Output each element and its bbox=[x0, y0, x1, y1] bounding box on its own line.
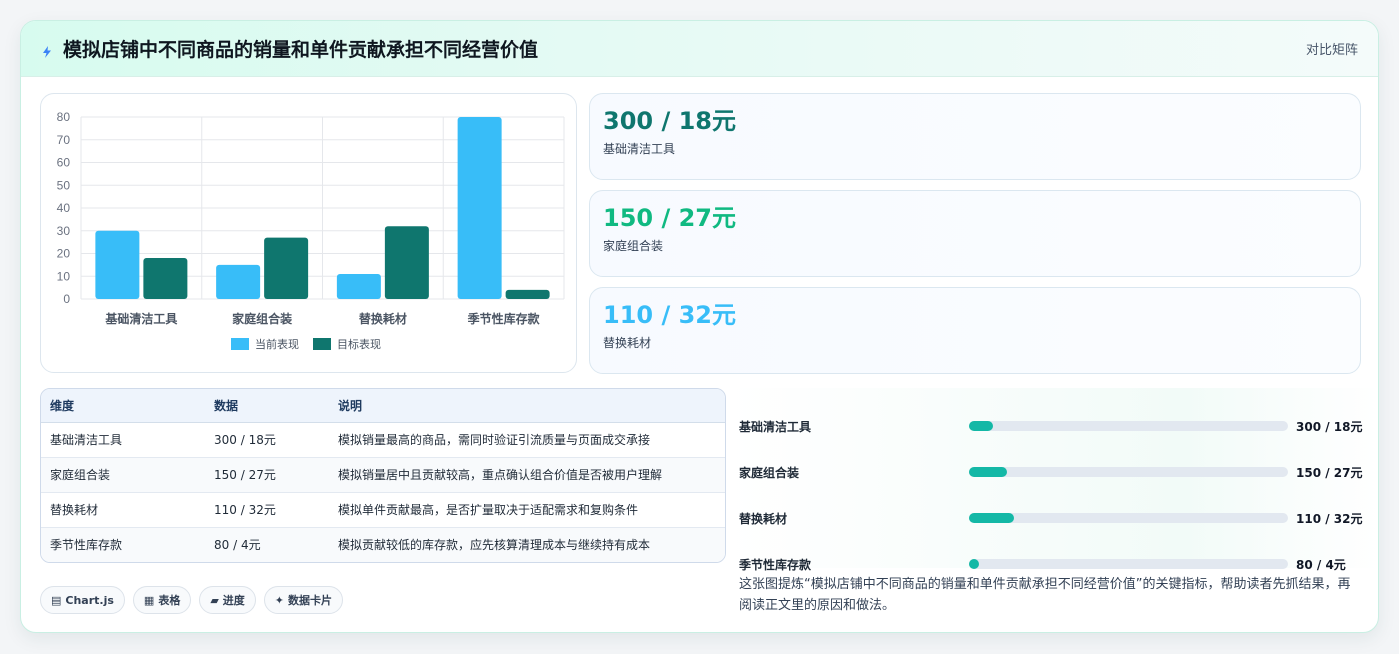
table-cell: 模拟销量最高的商品，需同时验证引流质量与页面成交承接 bbox=[329, 422, 725, 458]
table-row: 季节性库存款 80 / 4元 模拟贡献较低的库存款，应先核算清理成本与继续持有成… bbox=[41, 527, 725, 562]
table-cell: 替换耗材 bbox=[41, 492, 205, 528]
chip-table[interactable]: ▦ 表格 bbox=[132, 586, 192, 614]
table-cell: 基础清洁工具 bbox=[41, 422, 205, 458]
x-tick-label: 家庭组合装 bbox=[232, 311, 292, 326]
bar bbox=[505, 289, 550, 299]
chip-data-card[interactable]: ✦ 数据卡片 bbox=[263, 586, 344, 614]
stat-card-3: 110 / 32元 替换耗材 bbox=[589, 287, 1361, 374]
y-tick-label: 50 bbox=[57, 178, 71, 192]
progress-fill bbox=[969, 467, 1007, 477]
progress-icon: ▰ bbox=[210, 593, 219, 607]
progress-track bbox=[969, 421, 1288, 431]
x-tick-label: 基础清洁工具 bbox=[104, 311, 177, 326]
y-tick-label: 20 bbox=[57, 247, 71, 261]
table-row: 家庭组合装 150 / 27元 模拟销量居中且贡献较高，重点确认组合价值是否被用… bbox=[41, 457, 725, 493]
progress-fill bbox=[969, 559, 979, 569]
header-tag: 对比矩阵 bbox=[1305, 43, 1358, 58]
bar bbox=[264, 237, 309, 299]
y-tick-label: 80 bbox=[57, 110, 71, 124]
table-row: 替换耗材 110 / 32元 模拟单件贡献最高，是否扩量取决于适配需求和复购条件 bbox=[41, 492, 725, 528]
bar bbox=[336, 273, 381, 299]
legend-swatch bbox=[313, 338, 331, 350]
progress-fill bbox=[969, 513, 1014, 523]
progress-track bbox=[969, 467, 1288, 477]
progress-label: 基础清洁工具 bbox=[739, 419, 812, 434]
bar bbox=[143, 258, 188, 299]
progress-label: 替换耗材 bbox=[739, 511, 788, 526]
table-cell: 110 / 32元 bbox=[205, 492, 329, 528]
column-header: 说明 bbox=[329, 389, 725, 423]
stat-value: 110 / 32元 bbox=[603, 301, 736, 329]
progress-track bbox=[969, 559, 1288, 569]
y-tick-label: 30 bbox=[57, 224, 71, 238]
stat-value: 300 / 18元 bbox=[603, 107, 736, 135]
stat-label: 家庭组合装 bbox=[603, 239, 664, 253]
x-tick-label: 替换耗材 bbox=[359, 311, 407, 326]
chip-label: 数据卡片 bbox=[288, 594, 333, 607]
column-header: 维度 bbox=[41, 389, 205, 423]
stat-label: 基础清洁工具 bbox=[603, 142, 676, 156]
progress-list: 基础清洁工具 300 / 18元 家庭组合装 150 / 27元 替换耗材 11… bbox=[727, 388, 1378, 572]
table-cell: 80 / 4元 bbox=[214, 538, 261, 553]
table-cell: 模拟单件贡献最高，是否扩量取决于适配需求和复购条件 bbox=[329, 492, 725, 528]
table-row: 基础清洁工具 300 / 18元 模拟销量最高的商品，需同时验证引流质量与页面成… bbox=[41, 422, 725, 458]
chip-label: Chart.js bbox=[65, 593, 114, 607]
progress-row: 季节性库存款 80 / 4元 bbox=[727, 554, 1378, 574]
progress-value: 80 / 4元 bbox=[1296, 557, 1346, 572]
bar bbox=[216, 264, 261, 299]
table-cell: 家庭组合装 bbox=[41, 457, 205, 493]
progress-value: 150 / 27元 bbox=[1296, 465, 1363, 480]
legend-swatch bbox=[231, 338, 249, 350]
progress-row: 基础清洁工具 300 / 18元 bbox=[727, 416, 1378, 436]
page-title: 模拟店铺中不同商品的销量和单件贡献承担不同经营价值 bbox=[63, 39, 539, 61]
progress-track bbox=[969, 513, 1288, 523]
progress-label: 家庭组合装 bbox=[739, 465, 800, 480]
stat-card-2: 150 / 27元 家庭组合装 bbox=[589, 190, 1361, 277]
table-cell: 模拟销量居中且贡献较高，重点确认组合价值是否被用户理解 bbox=[329, 457, 725, 493]
feature-chips: ▤ Chart.js ▦ 表格 ▰ 进度 ✦ 数据卡片 bbox=[40, 586, 344, 614]
table-icon: ▦ bbox=[143, 593, 155, 607]
column-header: 数据 bbox=[205, 389, 329, 423]
summary-text: 这张图提炼“模拟店铺中不同商品的销量和单件贡献承担不同经营价值”的关键指标，帮助… bbox=[739, 577, 1351, 613]
table-cell: 模拟贡献较低的库存款，应先核算清理成本与继续持有成本 bbox=[338, 538, 651, 553]
y-tick-label: 60 bbox=[57, 156, 71, 170]
bar bbox=[384, 226, 429, 299]
progress-row: 家庭组合装 150 / 27元 bbox=[727, 462, 1378, 482]
y-tick-label: 10 bbox=[57, 269, 71, 283]
sparkle-icon: ✦ bbox=[274, 593, 285, 607]
bar-chart: 0 10 20 30 40 50 60 70 80 基础清洁工具 家庭组合装 替换耗材 季节性库存款当前… bbox=[40, 93, 577, 373]
card-header: 模拟店铺中不同商品的销量和单件贡献承担不同经营价值 对比矩阵 bbox=[21, 21, 1378, 77]
stat-label: 替换耗材 bbox=[603, 336, 652, 350]
bar bbox=[95, 230, 140, 299]
legend-label: 目标表现 bbox=[337, 337, 381, 351]
chart-icon: ▤ bbox=[51, 593, 62, 607]
bar-chart-svg: 0 10 20 30 40 50 60 70 80 基础清洁工具 家庭组合装 替换耗材 季节性库存款当前… bbox=[57, 110, 565, 351]
x-tick-label: 季节性库存款 bbox=[467, 311, 541, 326]
progress-value: 300 / 18元 bbox=[1296, 419, 1363, 434]
y-tick-label: 70 bbox=[57, 133, 71, 147]
table-cell: 150 / 27元 bbox=[205, 457, 329, 493]
chip-chartjs[interactable]: ▤ Chart.js bbox=[40, 586, 125, 614]
y-tick-label: 0 bbox=[63, 292, 70, 306]
chip-progress[interactable]: ▰ 进度 bbox=[199, 586, 256, 614]
legend-label: 当前表现 bbox=[255, 337, 299, 351]
chip-label: 表格 bbox=[158, 594, 181, 607]
progress-value: 110 / 32元 bbox=[1296, 511, 1363, 526]
bar bbox=[457, 117, 502, 299]
stat-value: 150 / 27元 bbox=[603, 204, 736, 232]
table-cell: 季节性库存款 bbox=[50, 538, 123, 553]
progress-fill bbox=[969, 421, 993, 431]
lightning-icon bbox=[41, 43, 53, 58]
table-cell: 300 / 18元 bbox=[205, 422, 329, 458]
progress-label: 季节性库存款 bbox=[739, 557, 812, 572]
table-header-row: 维度 数据 说明 bbox=[41, 389, 725, 423]
matrix-card: 模拟店铺中不同商品的销量和单件贡献承担不同经营价值 对比矩阵 0 10 20 30 40… bbox=[20, 20, 1379, 633]
stat-card-1: 300 / 18元 基础清洁工具 bbox=[589, 93, 1361, 180]
data-table: 维度 数据 说明 基础清洁工具 300 / 18元 模拟销量最高的商品，需同时验… bbox=[40, 388, 726, 563]
progress-row: 替换耗材 110 / 32元 bbox=[727, 508, 1378, 528]
chip-label: 进度 bbox=[222, 594, 245, 607]
y-tick-label: 40 bbox=[57, 201, 71, 215]
